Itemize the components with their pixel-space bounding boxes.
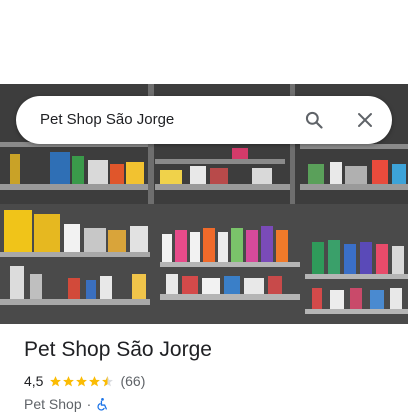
- star-icon: [63, 375, 75, 386]
- close-icon: [358, 113, 372, 127]
- rating-value: 4,5: [24, 373, 44, 389]
- wheelchair-icon: [97, 398, 108, 411]
- search-input[interactable]: Pet Shop São Jorge: [40, 96, 174, 144]
- close-button[interactable]: [349, 104, 381, 136]
- rating-stars: [49, 375, 114, 388]
- search-bar[interactable]: Pet Shop São Jorge: [16, 96, 392, 144]
- star-half-icon: [102, 375, 114, 386]
- rating-row[interactable]: 4,5 (66): [24, 372, 394, 390]
- separator-dot: ·: [86, 396, 92, 412]
- review-count: (66): [120, 373, 146, 389]
- search-button[interactable]: [298, 104, 330, 136]
- category-label: Pet Shop: [24, 396, 82, 412]
- place-title: Pet Shop São Jorge: [24, 338, 212, 361]
- place-info: Pet Shop São Jorge 4,5 (66) Pet Shop ·: [24, 336, 394, 413]
- category-row: Pet Shop ·: [24, 395, 394, 413]
- star-icon: [89, 375, 101, 386]
- star-icon: [50, 375, 62, 386]
- star-icon: [76, 375, 88, 386]
- search-icon: [305, 111, 323, 129]
- map-blank-area: [0, 0, 408, 84]
